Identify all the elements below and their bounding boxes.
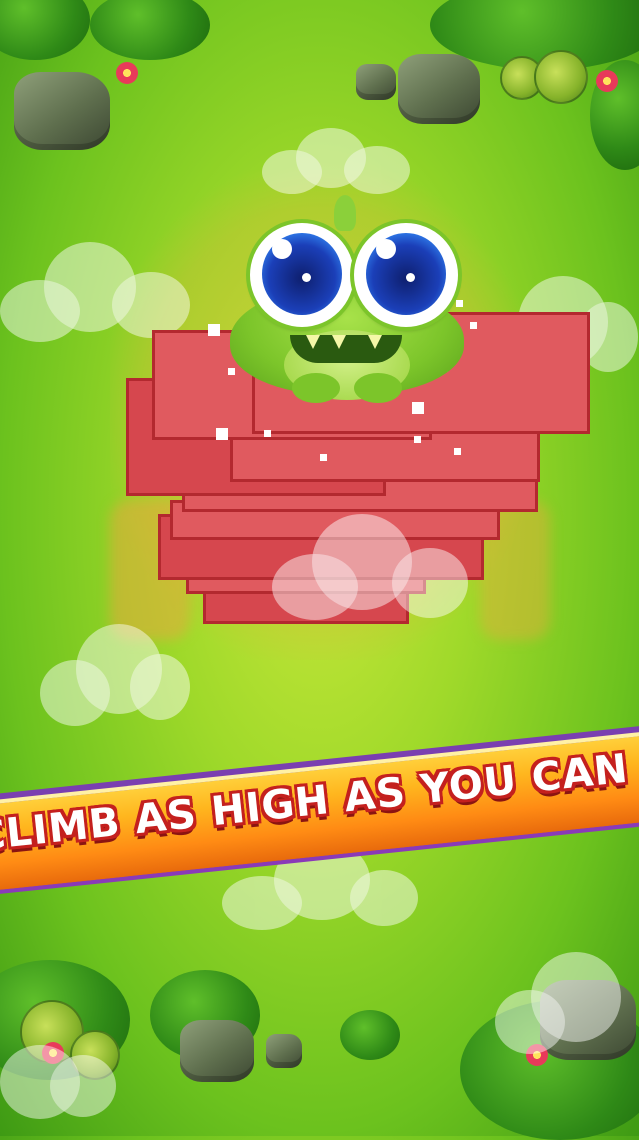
- frog-eye-left: [250, 223, 354, 327]
- sparkle: [320, 454, 327, 461]
- sparkle: [216, 428, 228, 440]
- frog-eye-right: [354, 223, 458, 327]
- sparkle: [414, 436, 421, 443]
- frog-antenna: [334, 195, 356, 231]
- sparkle: [208, 324, 220, 336]
- frog-foot: [354, 373, 402, 403]
- frog-mouth: [290, 335, 402, 363]
- block-tower: [0, 0, 639, 1136]
- sparkle: [454, 448, 461, 455]
- frog-foot: [292, 373, 340, 403]
- cloud: [272, 514, 468, 624]
- sparkle: [264, 430, 271, 437]
- frog-character: [222, 195, 472, 415]
